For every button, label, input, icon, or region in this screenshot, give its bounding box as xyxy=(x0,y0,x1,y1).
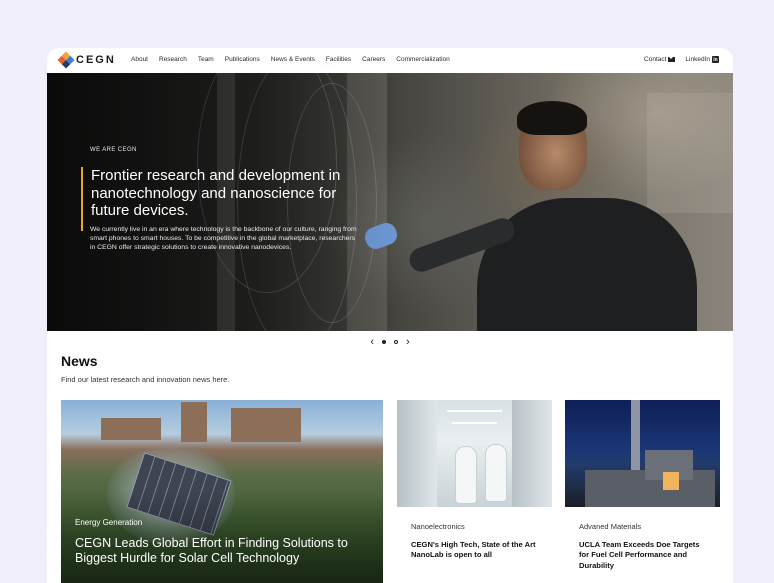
news-subtitle: Find our latest research and innovation … xyxy=(61,375,230,384)
nav-item-team[interactable]: Team xyxy=(198,56,214,63)
logo-mark-icon xyxy=(57,51,75,69)
news-card-image xyxy=(397,400,552,507)
hero-person-body xyxy=(477,198,697,331)
card-building xyxy=(101,418,161,440)
nav-item-commercialization[interactable]: Commercialization xyxy=(396,56,449,63)
chevron-left-icon[interactable]: ‹ xyxy=(370,337,374,348)
news-card-title[interactable]: CEGN's High Tech, State of the Art NanoL… xyxy=(411,540,543,561)
mail-icon xyxy=(668,57,676,62)
lab-light xyxy=(452,422,497,424)
contact-label: Contact xyxy=(644,56,667,63)
news-card-tag: Nanoelectronics xyxy=(411,522,465,531)
card-building xyxy=(181,402,207,442)
lab-suit xyxy=(485,444,507,502)
main-menu: About Research Team Publications News & … xyxy=(131,56,450,63)
top-nav: CEGN About Research Team Publications Ne… xyxy=(47,48,733,73)
news-card[interactable]: Advaned Materials UCLA Team Exceeds Doe … xyxy=(565,400,720,583)
hero-title: Frontier research and development in nan… xyxy=(91,167,341,219)
hero-title-block: Frontier research and development in nan… xyxy=(81,167,351,231)
plant-light xyxy=(663,472,679,490)
logo[interactable]: CEGN xyxy=(57,51,116,69)
chevron-right-icon[interactable]: › xyxy=(406,337,410,348)
card-building xyxy=(231,408,301,442)
contact-link[interactable]: Contact xyxy=(644,56,676,63)
nav-right: Contact LinkedIn in xyxy=(644,56,719,63)
nav-item-research[interactable]: Research xyxy=(159,56,187,63)
nav-item-news-events[interactable]: News & Events xyxy=(271,56,315,63)
hero-body: We currently live in an era where techno… xyxy=(90,226,357,252)
nav-item-careers[interactable]: Careers xyxy=(362,56,385,63)
nav-item-facilities[interactable]: Facilities xyxy=(326,56,351,63)
news-heading: News xyxy=(61,353,98,369)
carousel-controls: ‹ › xyxy=(47,335,733,349)
plant-stack xyxy=(631,400,640,478)
hero-person-hair xyxy=(517,101,587,135)
linkedin-link[interactable]: LinkedIn in xyxy=(685,56,719,63)
lab-wall xyxy=(397,400,437,507)
featured-news-tag: Energy Generation xyxy=(75,518,143,527)
lab-suit xyxy=(455,446,477,504)
logo-text: CEGN xyxy=(76,54,116,66)
news-card-tag: Advaned Materials xyxy=(579,522,642,531)
featured-news-card[interactable]: Energy Generation CEGN Leads Global Effo… xyxy=(61,400,383,583)
nav-item-publications[interactable]: Publications xyxy=(225,56,260,63)
news-card-title[interactable]: UCLA Team Exceeds Doe Targets for Fuel C… xyxy=(579,540,711,571)
hero-rack xyxy=(647,93,733,213)
lab-light xyxy=(447,410,502,412)
lab-wall xyxy=(512,400,552,507)
linkedin-label: LinkedIn xyxy=(685,56,710,63)
news-card[interactable]: Nanoelectronics CEGN's High Tech, State … xyxy=(397,400,552,583)
linkedin-icon: in xyxy=(712,56,719,63)
hero-banner: WE ARE CEGN Frontier research and develo… xyxy=(47,73,733,331)
nav-item-about[interactable]: About xyxy=(131,56,148,63)
hero-eyebrow: WE ARE CEGN xyxy=(90,147,137,153)
page-frame: CEGN About Research Team Publications Ne… xyxy=(47,48,733,583)
carousel-dot[interactable] xyxy=(394,340,398,344)
news-card-image xyxy=(565,400,720,507)
carousel-dot-active[interactable] xyxy=(382,340,386,344)
featured-news-title[interactable]: CEGN Leads Global Effort in Finding Solu… xyxy=(75,536,375,566)
